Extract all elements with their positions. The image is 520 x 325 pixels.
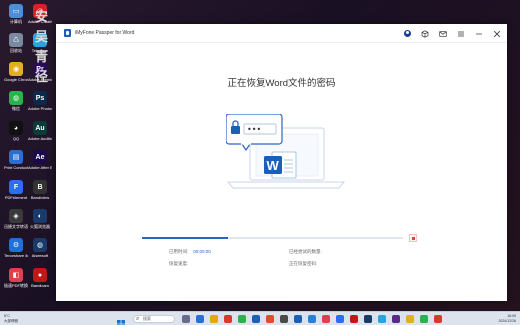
attempted-count: 已经尝试的数量: xyxy=(289,249,322,254)
desktop-icon[interactable]: B Bandiview xyxy=(28,180,52,200)
cube-icon[interactable] xyxy=(421,29,429,38)
desktop-icon[interactable]: ● Bandicam xyxy=(28,268,52,288)
desktop-icon-label: Print Conductor xyxy=(4,165,28,170)
app-icon: ◍ xyxy=(33,238,47,252)
desktop-icon[interactable]: ♺ 回收站 xyxy=(4,33,28,53)
desktop-icon-label: Bandicam xyxy=(31,283,49,288)
desktop-icon-label: Adobe Photoshop xyxy=(28,106,52,111)
taskbar: 8°C 大部晴朗 搜索 16:09 2024/12/26 xyxy=(0,311,520,325)
desktop-icon-label: 极速PDF转换 xyxy=(4,283,28,288)
desktop-icon-label: Adobe After Effects xyxy=(28,165,52,170)
taskbar-search[interactable]: 搜索 xyxy=(133,315,175,323)
stop-button[interactable] xyxy=(409,234,417,242)
app-icon: ● xyxy=(33,268,47,282)
app-icon: ⚙ xyxy=(9,238,23,252)
taskbar-app-icon[interactable] xyxy=(406,315,414,323)
app-logo-icon xyxy=(64,29,71,37)
taskbar-app-icon[interactable] xyxy=(350,315,358,323)
desktop-icon-label: 计算机 xyxy=(10,19,22,24)
desktop-icon[interactable]: ▤Print Conductor xyxy=(4,150,28,170)
page-heading: 正在恢复Word文件的密码 xyxy=(227,78,336,89)
desktop-icon[interactable]: F PDFelement xyxy=(4,180,28,200)
taskbar-app-icon[interactable] xyxy=(280,315,288,323)
desktop-icon-label: Google Chrome xyxy=(4,77,28,82)
app-icon: ◉ xyxy=(9,62,23,76)
desktop-icon[interactable]: ◐ 火狐浏览器 xyxy=(28,209,52,229)
taskbar-app-icon[interactable] xyxy=(238,315,246,323)
desktop-icon[interactable]: PsAdobe Photoshop xyxy=(28,91,52,111)
taskbar-app-icon[interactable] xyxy=(224,315,232,323)
taskbar-app-icon[interactable] xyxy=(266,315,274,323)
desktop-icon[interactable]: AuAdobe Audition xyxy=(28,121,52,141)
recovery-status: 正在恢复密码: xyxy=(289,261,318,266)
app-title: iMyFone Passper for Word xyxy=(75,30,135,36)
taskbar-app-icon[interactable] xyxy=(378,315,386,323)
app-window: iMyFone Passper for Word 正在恢复Word文件的密码 •… xyxy=(56,24,507,301)
recovery-illustration: ••• W xyxy=(225,113,346,192)
system-clock[interactable]: 16:09 2024/12/26 xyxy=(498,314,516,323)
app-icon: ♺ xyxy=(9,33,23,47)
minimize-icon[interactable] xyxy=(475,30,483,38)
app-icon: ◧ xyxy=(9,268,23,282)
app-icon: ◍ xyxy=(9,91,23,105)
elapsed-time: 已用时间: 00:00:00 xyxy=(169,249,211,254)
taskbar-app-icon[interactable] xyxy=(434,315,442,323)
taskbar-app-icon[interactable] xyxy=(294,315,302,323)
user-icon[interactable] xyxy=(403,30,411,38)
desktop-icon-label: 回收站 xyxy=(10,48,22,53)
desktop-icon[interactable]: ◍ 微信 xyxy=(4,91,28,111)
menu-icon[interactable] xyxy=(457,30,465,38)
title-bar: iMyFone Passper for Word xyxy=(56,24,507,43)
app-icon: ▤ xyxy=(9,150,23,164)
taskbar-app-icon[interactable] xyxy=(308,315,316,323)
desktop-icon-label: Bandiview xyxy=(30,195,50,200)
desktop-icon-label: 火狐浏览器 xyxy=(30,224,50,229)
desktop-icon-label: Adobe Audition xyxy=(28,136,52,141)
title-bar-controls xyxy=(403,24,501,43)
app-icon: B xyxy=(33,180,47,194)
desktop-icon-label: PDFelement xyxy=(4,195,28,200)
taskbar-app-icon[interactable] xyxy=(210,315,218,323)
taskbar-app-icon[interactable] xyxy=(392,315,400,323)
svg-text:•••: ••• xyxy=(247,125,261,134)
app-icon: ▭ xyxy=(9,4,23,18)
taskbar-app-icon[interactable] xyxy=(322,315,330,323)
desktop-icon[interactable]: ⚙Tenorshare 4uKey xyxy=(4,238,28,258)
stop-icon xyxy=(411,236,415,240)
close-icon[interactable] xyxy=(493,30,501,38)
desktop-icon[interactable]: ◈迅捷文字转语音 xyxy=(4,209,28,229)
desktop-icon-label: QQ xyxy=(12,136,20,141)
recovery-speed: 恢复速度: xyxy=(169,261,189,266)
desktop-icon[interactable]: ◕ QQ xyxy=(4,121,28,141)
app-icon: Ps xyxy=(33,91,47,105)
mail-icon[interactable] xyxy=(439,30,447,38)
taskbar-app-icon[interactable] xyxy=(420,315,428,323)
desktop-icon-label: 迅捷文字转语音 xyxy=(4,224,28,229)
taskbar-app-icon[interactable] xyxy=(252,315,260,323)
desktop-icon[interactable]: ▭ 计算机 xyxy=(4,4,28,24)
weather-widget[interactable]: 8°C 大部晴朗 xyxy=(4,314,18,323)
app-icon: ◈ xyxy=(9,209,23,223)
progress-bar xyxy=(142,237,403,239)
app-icon: ◕ xyxy=(9,121,23,135)
app-icon: Au xyxy=(33,121,47,135)
wallpaper-text: 安 吴 青 径 xyxy=(35,10,49,85)
taskbar-app-icon[interactable] xyxy=(364,315,372,323)
app-icon: F xyxy=(9,180,23,194)
desktop-icon[interactable]: AeAdobe After Effects xyxy=(28,150,52,170)
svg-text:W: W xyxy=(267,158,280,173)
desktop-icon[interactable]: ◉Google Chrome xyxy=(4,62,28,82)
desktop-icon[interactable]: ◍ Aiseesoft xyxy=(28,238,52,258)
desktop-icon-label: Tenorshare 4uKey xyxy=(4,253,28,258)
taskbar-app-icon[interactable] xyxy=(196,315,204,323)
app-icon: ◐ xyxy=(33,209,47,223)
desktop-icon[interactable]: ◧ 极速PDF转换 xyxy=(4,268,28,288)
start-button[interactable] xyxy=(117,315,125,325)
desktop-icon-label: Aiseesoft xyxy=(31,253,49,258)
progress-fill xyxy=(142,237,229,239)
taskbar-app-icon[interactable] xyxy=(182,315,190,323)
desktop-icon-label: 微信 xyxy=(12,106,20,111)
taskbar-app-icon[interactable] xyxy=(336,315,344,323)
app-icon: Ae xyxy=(33,150,47,164)
